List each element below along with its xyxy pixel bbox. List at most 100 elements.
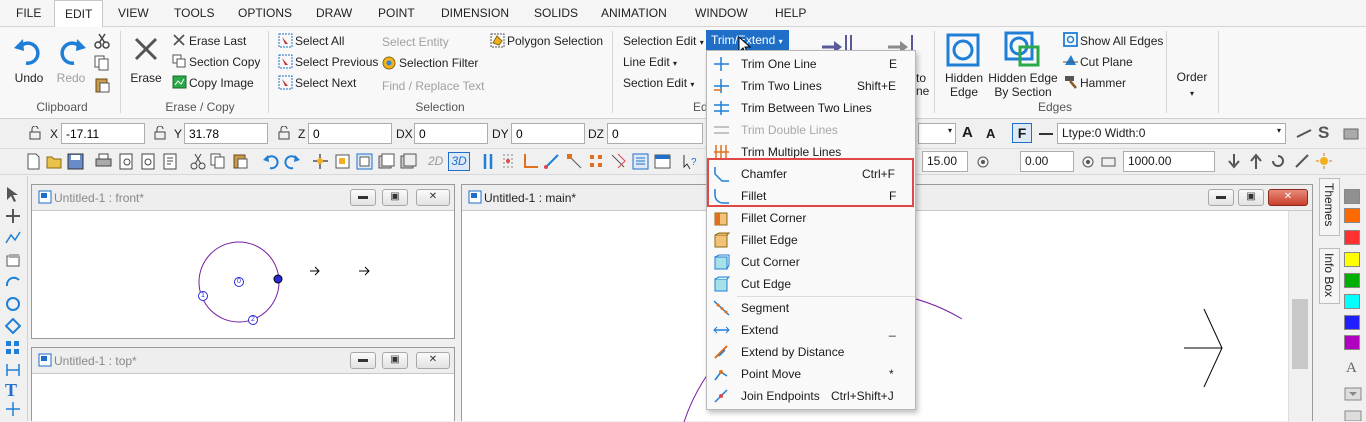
scrollbar-thumb[interactable] xyxy=(1292,299,1308,369)
menu-edit[interactable]: EDIT xyxy=(54,0,104,28)
point-icon[interactable] xyxy=(5,401,21,417)
info-box-tab[interactable]: Info Box xyxy=(1319,248,1340,304)
front-view-window[interactable]: Untitled-1 : front* ▬ ▣ ✕ 1 0 2 xyxy=(31,184,455,339)
value-field-1[interactable]: 15.00 xyxy=(922,151,968,172)
value-field-2[interactable]: 0.00 xyxy=(1020,151,1074,172)
dz-input[interactable] xyxy=(607,123,703,144)
menu-item-extend[interactable]: Extend _ xyxy=(707,319,915,341)
menu-item-cut-corner[interactable]: Cut Corner xyxy=(707,251,915,273)
cut-plane-button[interactable]: Cut Plane xyxy=(1080,55,1133,69)
menu-item-segment[interactable]: Segment xyxy=(707,297,915,319)
cut-icon[interactable] xyxy=(190,153,207,170)
line-style-icon[interactable] xyxy=(1038,128,1054,140)
z-coordinate-input[interactable] xyxy=(308,123,392,144)
menu-help[interactable]: HELP xyxy=(765,0,816,27)
x-coordinate-input[interactable] xyxy=(61,123,145,144)
font-shrink-icon[interactable]: A xyxy=(986,126,995,141)
view-2d-button[interactable]: 2D xyxy=(428,154,443,168)
light-icon[interactable] xyxy=(1316,153,1333,170)
zoom-all-icon[interactable] xyxy=(400,153,417,170)
menu-item-trim-between-two-lines[interactable]: Trim Between Two Lines xyxy=(707,97,915,119)
color-swatch-yellow[interactable] xyxy=(1344,252,1360,267)
undo-button[interactable]: Undo xyxy=(12,71,46,85)
minimize-button[interactable]: ▬ xyxy=(1208,189,1234,206)
dx-input[interactable] xyxy=(414,123,488,144)
point-marker-2[interactable]: 2 xyxy=(248,315,258,325)
save-icon[interactable] xyxy=(67,153,84,170)
selection-edit-dropdown[interactable]: Selection Edit ▾ xyxy=(623,34,704,48)
menu-item-join-endpoints[interactable]: Join Endpoints Ctrl+Shift+J xyxy=(707,385,915,407)
color-swatch-blue[interactable] xyxy=(1344,315,1360,330)
print-preview-icon[interactable] xyxy=(118,153,135,170)
maximize-button[interactable]: ▣ xyxy=(382,189,408,206)
color-swatch-orange[interactable] xyxy=(1344,208,1360,223)
select-all-button[interactable]: Select All xyxy=(295,34,344,48)
pan-icon[interactable] xyxy=(312,153,329,170)
fill-toggle-icon[interactable]: F xyxy=(1012,123,1032,143)
snap-grid-icon[interactable] xyxy=(588,153,605,170)
color-swatch-green[interactable] xyxy=(1344,273,1360,288)
top-view-window[interactable]: Untitled-1 : top* ▬ ▣ ✕ xyxy=(31,347,455,421)
menu-draw[interactable]: DRAW xyxy=(306,0,362,27)
color-swatch-gray[interactable] xyxy=(1344,189,1360,204)
properties-icon[interactable] xyxy=(162,153,179,170)
hidden-edge-section-icon[interactable] xyxy=(1004,31,1040,67)
order-button[interactable]: Order xyxy=(1170,70,1214,84)
distance-icon[interactable] xyxy=(1100,153,1117,170)
menu-item-point-move[interactable]: Point Move * xyxy=(707,363,915,385)
y-coordinate-input[interactable] xyxy=(184,123,268,144)
hidden-edge-section-button[interactable]: Hidden Edge By Section xyxy=(988,71,1058,99)
zoom-previous-icon[interactable] xyxy=(378,153,395,170)
menu-tools[interactable]: TOOLS xyxy=(164,0,224,27)
rectangle-icon[interactable] xyxy=(5,252,21,268)
undo-small-icon[interactable] xyxy=(262,153,279,170)
point-marker-1[interactable]: 1 xyxy=(198,291,208,301)
front-window-titlebar[interactable]: Untitled-1 : front* ▬ ▣ ✕ xyxy=(32,185,454,211)
cut-icon[interactable] xyxy=(94,33,110,49)
new-file-icon[interactable] xyxy=(25,153,42,170)
paste-icon[interactable] xyxy=(94,77,110,93)
scale-icon[interactable] xyxy=(1294,153,1311,170)
parallel-icon[interactable] xyxy=(480,153,497,170)
snap-object-icon[interactable] xyxy=(610,153,627,170)
menu-options[interactable]: OPTIONS xyxy=(228,0,302,27)
copy-icon[interactable] xyxy=(210,153,227,170)
print-icon[interactable] xyxy=(95,153,112,170)
rotate-icon[interactable] xyxy=(1270,153,1287,170)
erase-icon[interactable] xyxy=(132,35,160,63)
line-edit-dropdown[interactable]: Line Edit ▾ xyxy=(623,55,677,69)
polygon-icon[interactable] xyxy=(5,318,21,334)
move-down-icon[interactable] xyxy=(1226,153,1243,170)
polar-icon[interactable] xyxy=(544,153,561,170)
color-swatch-purple[interactable] xyxy=(1344,335,1360,350)
ltype-width-select[interactable]: Ltype:0 Width:0 ▾ xyxy=(1057,123,1286,144)
pen-icon[interactable] xyxy=(1296,127,1314,141)
copy-image-button[interactable]: Copy Image xyxy=(189,76,254,90)
vertical-scrollbar[interactable] xyxy=(1288,211,1312,422)
color-swatch-cyan[interactable] xyxy=(1344,294,1360,309)
menu-item-trim-one-line[interactable]: Trim One Line E xyxy=(707,53,915,75)
polygon-selection-button[interactable]: Polygon Selection xyxy=(507,34,603,48)
dy-input[interactable] xyxy=(511,123,585,144)
front-view-canvas[interactable] xyxy=(32,211,454,338)
open-folder-icon[interactable] xyxy=(46,153,63,170)
paste-icon[interactable] xyxy=(232,153,249,170)
menu-item-cut-edge[interactable]: Cut Edge xyxy=(707,273,915,295)
menu-item-trim-two-lines[interactable]: Trim Two Lines Shift+E xyxy=(707,75,915,97)
select-entity-button[interactable]: Select Entity xyxy=(382,35,449,49)
help-cursor-icon[interactable]: ? xyxy=(682,153,699,170)
lock-icon[interactable] xyxy=(152,126,168,140)
section-edit-dropdown[interactable]: Section Edit ▾ xyxy=(623,76,694,90)
lock-icon[interactable] xyxy=(276,126,292,140)
minimize-button[interactable]: ▬ xyxy=(350,189,376,206)
menu-item-extend-by-distance[interactable]: Extend by Distance xyxy=(707,341,915,363)
grid-snap-icon[interactable] xyxy=(500,153,517,170)
zoom-window-icon[interactable] xyxy=(334,153,351,170)
menu-point[interactable]: POINT xyxy=(368,0,425,27)
select-arrow-icon[interactable] xyxy=(5,186,21,202)
view-3d-button[interactable]: 3D xyxy=(448,152,470,171)
select-next-button[interactable]: Select Next xyxy=(295,76,356,90)
value-field-3[interactable]: 1000.00 xyxy=(1123,151,1215,172)
hidden-edge-button[interactable]: Hidden Edge xyxy=(940,71,988,99)
show-all-edges-button[interactable]: Show All Edges xyxy=(1080,34,1163,48)
